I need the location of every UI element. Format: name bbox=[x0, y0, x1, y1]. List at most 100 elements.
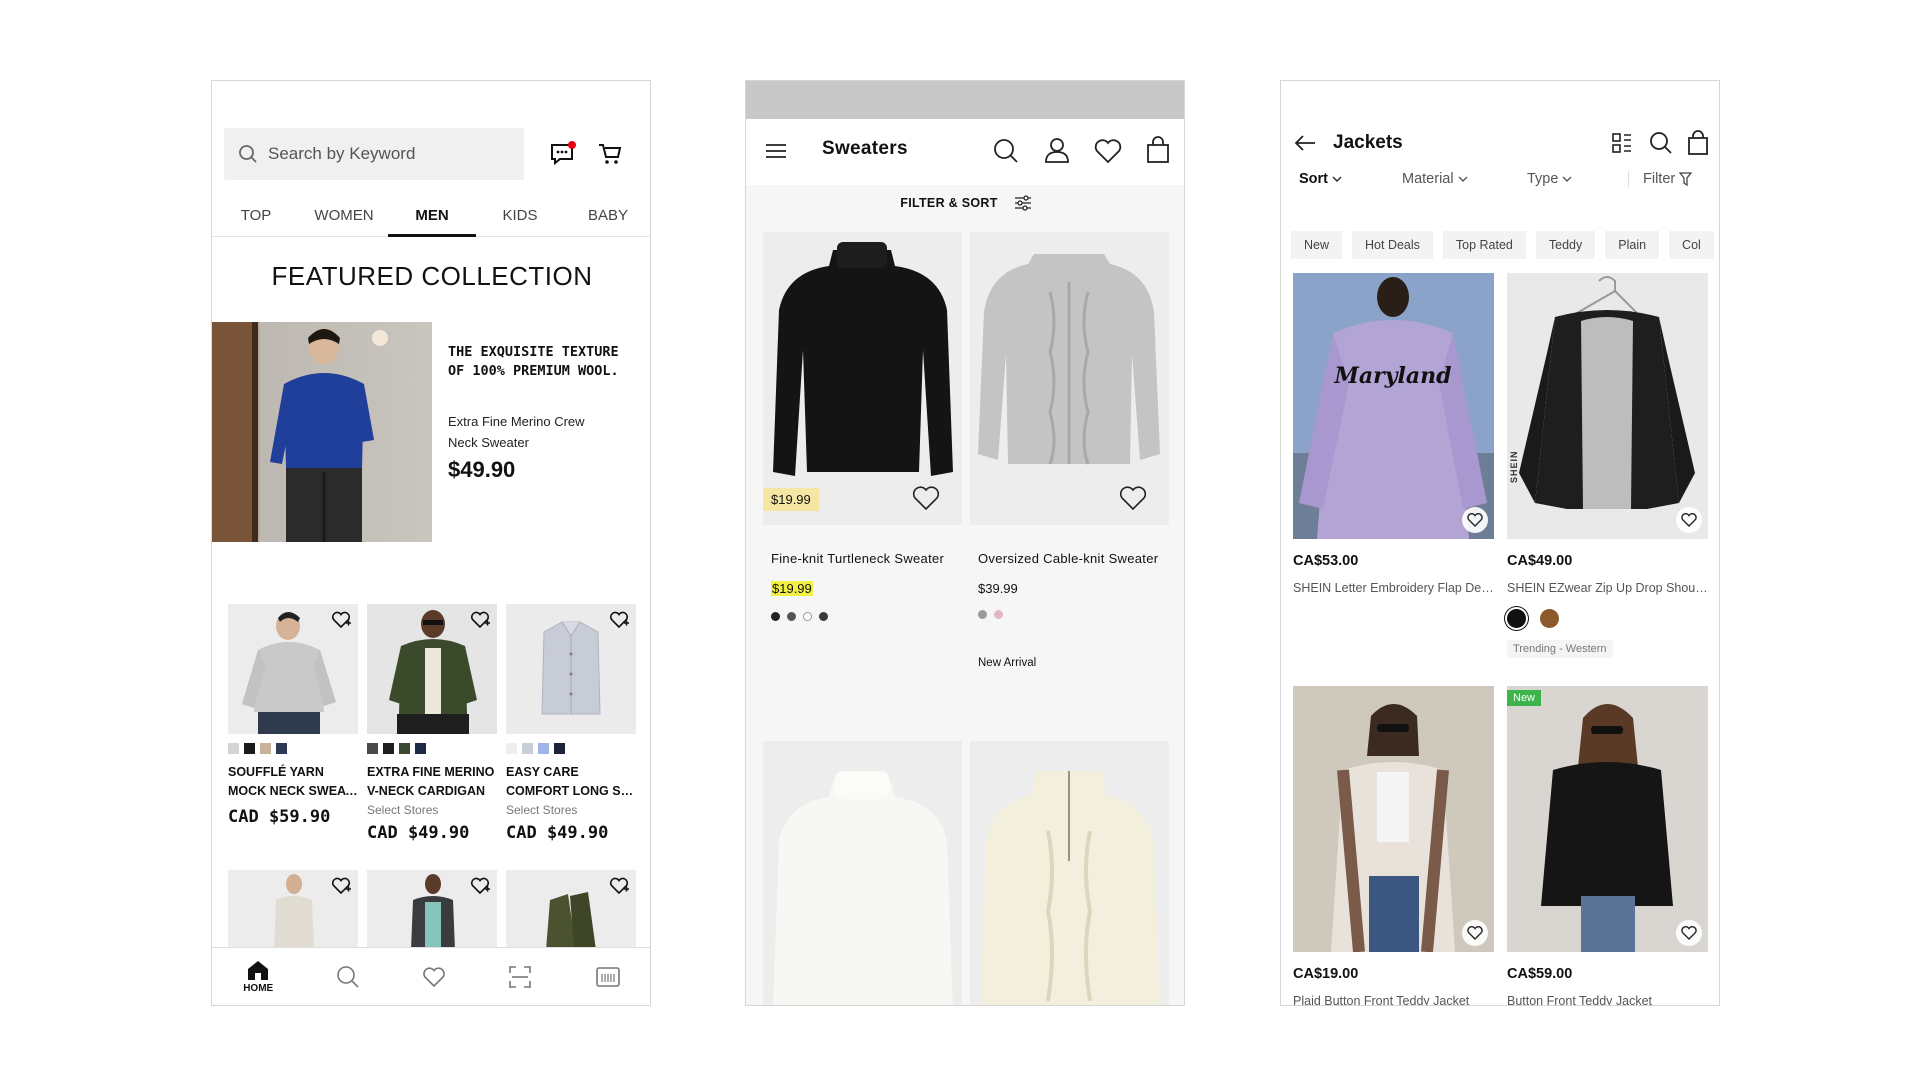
color-swatches[interactable] bbox=[1507, 609, 1708, 628]
color-swatches[interactable] bbox=[367, 743, 497, 754]
favorite-button[interactable] bbox=[331, 611, 351, 629]
product-name: SHEIN Letter Embroidery Flap Det... bbox=[1293, 581, 1494, 595]
swatch[interactable] bbox=[383, 743, 394, 754]
trending-tag[interactable]: Trending - Western bbox=[1507, 640, 1613, 658]
chat-button[interactable] bbox=[549, 141, 577, 167]
material-dropdown[interactable]: Material bbox=[1402, 171, 1468, 187]
product-card[interactable]: EASY CARE COMFORT LONG SL... Select Stor… bbox=[506, 604, 636, 843]
nav-favorites[interactable] bbox=[422, 966, 446, 988]
bottom-navigation: HOME bbox=[212, 947, 650, 1005]
favorite-button[interactable] bbox=[470, 877, 490, 895]
product-card[interactable]: CA$19.00 Plaid Button Front Teddy Jacket bbox=[1293, 686, 1494, 1005]
chip-plain[interactable]: Plain bbox=[1605, 231, 1660, 259]
product-image[interactable] bbox=[506, 604, 636, 734]
product-image[interactable] bbox=[367, 604, 497, 734]
product-card[interactable]: EXTRA FINE MERINO V-NECK CARDIGAN Select… bbox=[367, 604, 497, 843]
tab-women[interactable]: WOMEN bbox=[300, 197, 388, 236]
view-toggle-button[interactable] bbox=[1611, 132, 1633, 154]
product-image[interactable]: Maryland bbox=[1293, 273, 1494, 539]
tab-kids[interactable]: KIDS bbox=[476, 197, 564, 236]
hero-product-name[interactable]: Extra Fine Merino Crew Neck Sweater bbox=[448, 411, 608, 453]
product-card[interactable]: Maryland CA$53.00 SHEIN Letter Embroider… bbox=[1293, 273, 1494, 595]
cart-button[interactable] bbox=[597, 142, 623, 166]
color-dot[interactable] bbox=[771, 612, 780, 621]
product-image[interactable] bbox=[763, 741, 962, 1005]
chip-color[interactable]: Col bbox=[1669, 231, 1714, 259]
favorite-button[interactable] bbox=[912, 485, 940, 511]
account-button[interactable] bbox=[1043, 137, 1071, 163]
swatch[interactable] bbox=[244, 743, 255, 754]
swatch[interactable] bbox=[399, 743, 410, 754]
search-button[interactable] bbox=[1649, 131, 1673, 155]
color-dot[interactable] bbox=[787, 612, 796, 621]
filter-button[interactable]: Filter bbox=[1628, 171, 1693, 187]
tab-top[interactable]: TOP bbox=[212, 197, 300, 236]
product-image[interactable] bbox=[228, 870, 358, 950]
product-image[interactable] bbox=[506, 870, 636, 950]
product-image[interactable] bbox=[367, 870, 497, 950]
nav-scan[interactable] bbox=[508, 965, 532, 989]
swatch[interactable] bbox=[554, 743, 565, 754]
color-swatches[interactable] bbox=[228, 743, 358, 754]
product-card[interactable]: New CA$59.00 Button Front Teddy Jacket bbox=[1507, 686, 1708, 1005]
favorites-button[interactable] bbox=[1094, 138, 1122, 164]
color-dot[interactable] bbox=[819, 612, 828, 621]
new-badge: New bbox=[1507, 690, 1542, 706]
bag-button[interactable] bbox=[1146, 136, 1170, 164]
favorite-button[interactable] bbox=[470, 611, 490, 629]
menu-button[interactable] bbox=[764, 141, 788, 161]
favorite-button[interactable] bbox=[1462, 507, 1488, 533]
product-card[interactable]: $19.99 Fine-knit Turtleneck Sweater $19.… bbox=[763, 232, 962, 621]
color-dot[interactable] bbox=[803, 612, 812, 621]
chip-hot-deals[interactable]: Hot Deals bbox=[1352, 231, 1433, 259]
search-button[interactable] bbox=[993, 138, 1019, 164]
swatch-brown[interactable] bbox=[1540, 609, 1559, 628]
sort-dropdown[interactable]: Sort bbox=[1299, 171, 1342, 187]
tab-men[interactable]: MEN bbox=[388, 197, 476, 237]
product-card[interactable]: SHEIN CA$49.00 SHEIN EZwear Zip Up Drop … bbox=[1507, 273, 1708, 658]
swatch[interactable] bbox=[506, 743, 517, 754]
back-button[interactable] bbox=[1293, 133, 1317, 153]
product-image[interactable] bbox=[970, 741, 1169, 1005]
swatch[interactable] bbox=[228, 743, 239, 754]
tab-baby[interactable]: BABY bbox=[564, 197, 650, 236]
favorite-button[interactable] bbox=[1462, 920, 1488, 946]
product-card[interactable]: Oversized Cable-knit Sweater $39.99 New … bbox=[970, 232, 1169, 669]
product-image[interactable] bbox=[970, 232, 1169, 525]
product-image[interactable] bbox=[1293, 686, 1494, 952]
swatch[interactable] bbox=[260, 743, 271, 754]
product-image[interactable]: $19.99 bbox=[763, 232, 962, 525]
product-card[interactable]: SOUFFLÉ YARN MOCK NECK SWEAT... CAD $59.… bbox=[228, 604, 358, 827]
swatch[interactable] bbox=[415, 743, 426, 754]
swatch-black[interactable] bbox=[1507, 609, 1526, 628]
color-dot[interactable] bbox=[994, 610, 1003, 619]
color-options[interactable] bbox=[771, 612, 962, 621]
nav-home[interactable]: HOME bbox=[243, 959, 273, 994]
bag-button[interactable] bbox=[1687, 130, 1709, 156]
product-image[interactable]: SHEIN bbox=[1507, 273, 1708, 539]
favorite-button[interactable] bbox=[609, 611, 629, 629]
swatch[interactable] bbox=[538, 743, 549, 754]
favorite-button[interactable] bbox=[331, 877, 351, 895]
chip-teddy[interactable]: Teddy bbox=[1535, 231, 1596, 259]
nav-membership[interactable] bbox=[595, 966, 621, 988]
search-input[interactable]: Search by Keyword bbox=[224, 128, 524, 180]
product-image[interactable] bbox=[228, 604, 358, 734]
swatch[interactable] bbox=[522, 743, 533, 754]
favorite-button[interactable] bbox=[1676, 507, 1702, 533]
swatch[interactable] bbox=[367, 743, 378, 754]
favorite-button[interactable] bbox=[1119, 485, 1147, 511]
hero-image[interactable] bbox=[212, 322, 432, 542]
favorite-button[interactable] bbox=[609, 877, 629, 895]
chip-top-rated[interactable]: Top Rated bbox=[1442, 231, 1526, 259]
nav-search[interactable] bbox=[336, 965, 360, 989]
color-dot[interactable] bbox=[978, 610, 987, 619]
chip-new[interactable]: New bbox=[1291, 231, 1343, 259]
color-swatches[interactable] bbox=[506, 743, 636, 754]
swatch[interactable] bbox=[276, 743, 287, 754]
favorite-button[interactable] bbox=[1676, 920, 1702, 946]
filter-sort-button[interactable]: FILTER & SORT bbox=[746, 195, 1184, 211]
color-options[interactable] bbox=[978, 610, 1169, 619]
type-dropdown[interactable]: Type bbox=[1527, 171, 1572, 187]
product-image[interactable]: New bbox=[1507, 686, 1708, 952]
